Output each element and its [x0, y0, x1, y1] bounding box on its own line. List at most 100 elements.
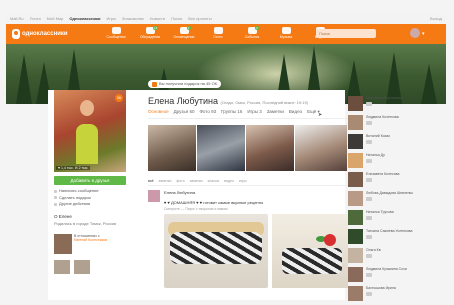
nav-music[interactable]: Музыка — [272, 26, 300, 42]
friend-item[interactable]: Бахтышова Ирина — [348, 286, 420, 303]
topbar-link[interactable]: Все проекты — [188, 16, 211, 21]
friend-avatar[interactable] — [348, 191, 363, 206]
post-subtext[interactable]: Смотрите — Пирог с творогом и маком — [164, 207, 228, 211]
post-author-avatar[interactable] — [148, 190, 160, 202]
message-icon[interactable] — [366, 178, 372, 182]
profile-tab[interactable]: Игры 3 — [247, 109, 261, 115]
friend-name[interactable]: Людмила Кузьмина Сочи — [366, 267, 407, 271]
topbar-link[interactable]: Новости — [150, 16, 165, 21]
profile-tab[interactable]: Основное — [148, 109, 169, 115]
friend-item[interactable]: Виталий Козак — [348, 134, 420, 151]
friend-name[interactable]: Любовь Давыдова Шевченко — [366, 191, 413, 195]
feed-tab[interactable]: видео — [224, 179, 234, 183]
post-author[interactable]: Елена Любутина — [164, 190, 195, 195]
feed-tab[interactable]: заметки — [159, 179, 172, 183]
topbar-link[interactable]: Mail.Ru — [10, 16, 24, 21]
feed-tab[interactable]: игры — [239, 179, 247, 183]
feed-tab[interactable]: классы — [208, 179, 220, 183]
friend-name[interactable]: Маргарита Ворожеина — [366, 96, 403, 100]
friend-item[interactable]: Людмила Кочеткова — [348, 115, 420, 132]
friend-avatar[interactable] — [348, 210, 363, 225]
search-input[interactable]: Поиск — [316, 29, 376, 38]
photo-thumb[interactable] — [197, 125, 245, 171]
message-icon[interactable] — [366, 254, 372, 258]
chevron-down-icon[interactable]: ▾ — [422, 31, 425, 37]
friend-item[interactable]: Маргарита Ворожеина — [348, 96, 420, 113]
friend-avatar[interactable] — [348, 115, 363, 130]
post-image-cake[interactable] — [164, 214, 268, 288]
message-icon[interactable] — [366, 102, 372, 106]
message-icon[interactable] — [366, 159, 372, 163]
ok-logo[interactable]: одноклассники — [12, 29, 68, 39]
topbar-link[interactable]: Одноклассники — [69, 16, 100, 21]
photo-thumb[interactable] — [148, 125, 196, 171]
topbar-link[interactable]: Знакомства — [122, 16, 144, 21]
topbar-link[interactable]: Игры — [106, 16, 115, 21]
profile-tab[interactable]: Видео — [289, 109, 302, 115]
friend-avatar[interactable] — [348, 229, 363, 244]
friend-item[interactable]: Елизавета Колесова — [348, 172, 420, 189]
topbar-link[interactable]: Мой Мир — [47, 16, 64, 21]
user-avatar[interactable] — [410, 28, 420, 38]
friend-avatar[interactable] — [348, 134, 363, 149]
profile-photo[interactable]: 56 ♥ 1,4 тыс. ✉ 2 тыс. — [54, 90, 126, 172]
partner-photo[interactable] — [54, 233, 72, 254]
friend-name[interactable]: Виталий Козак — [366, 134, 390, 138]
friend-item[interactable]: Наталья Трусова — [348, 210, 420, 227]
profile-tab[interactable]: Друзья 60 — [174, 109, 195, 115]
topbar-link[interactable]: Почта — [30, 16, 41, 21]
friend-name[interactable]: Наталья Трусова — [366, 210, 394, 214]
message-icon[interactable] — [366, 216, 372, 220]
photo-thumb[interactable] — [295, 125, 347, 171]
other-actions[interactable]: Другие действия — [54, 201, 130, 208]
gift-pill[interactable]: Вы получили подарок на 45 ОК — [148, 80, 222, 88]
feed-tab[interactable]: заметки — [190, 179, 203, 183]
profile-tab[interactable]: Группы 16 — [221, 109, 242, 115]
profile-tab[interactable]: Заметки — [267, 109, 284, 115]
friend-avatar[interactable] — [348, 248, 363, 263]
friend-name[interactable]: Людмила Кочеткова — [366, 115, 399, 119]
profile-tab[interactable]: Фото 93 — [199, 109, 216, 115]
gift-label: Вы получили подарок на 45 ОК — [159, 81, 218, 86]
friend-name[interactable]: Бахтышова Ирина — [366, 286, 396, 290]
thumbnail[interactable] — [74, 259, 90, 274]
photo-thumb[interactable] — [246, 125, 294, 171]
exit-link[interactable]: Выход — [430, 16, 442, 21]
friend-avatar[interactable] — [348, 153, 363, 168]
post-image-cake-second[interactable] — [272, 214, 348, 288]
partner-name[interactable]: Евгений Колесников — [74, 238, 107, 242]
guests-icon — [213, 27, 223, 34]
nav-envelope[interactable]: Сообщения — [102, 26, 130, 42]
friend-name[interactable]: Татьяна Сажнева Усленкова — [366, 229, 412, 233]
thumbnail[interactable] — [54, 259, 70, 274]
friend-item[interactable]: Людмила Кузьмина Сочи — [348, 267, 420, 284]
message-icon[interactable] — [366, 140, 372, 144]
friend-name[interactable]: Елизавета Колесова — [366, 172, 399, 176]
topbar-link[interactable]: Поиск — [171, 16, 182, 21]
nav-discussions[interactable]: Обсуждения 14 — [136, 26, 164, 42]
feed-tab[interactable]: фото — [176, 179, 184, 183]
message-icon[interactable] — [366, 121, 372, 125]
message-icon[interactable] — [366, 273, 372, 277]
relationship-box[interactable]: В отношениях с Евгений Колесников — [54, 233, 130, 254]
friend-avatar[interactable] — [348, 267, 363, 282]
friend-avatar[interactable] — [348, 286, 363, 301]
friend-item[interactable]: Наталья Ду — [348, 153, 420, 170]
feed-tab[interactable]: всё — [148, 179, 154, 183]
friend-avatar[interactable] — [348, 172, 363, 187]
friend-name[interactable]: Ольга Кв — [366, 248, 381, 252]
friend-item[interactable]: Татьяна Сажнева Усленкова — [348, 229, 420, 246]
friend-name[interactable]: Наталья Ду — [366, 153, 385, 157]
message-icon[interactable] — [366, 197, 372, 201]
gift-icon — [152, 81, 157, 87]
message-icon[interactable] — [366, 292, 372, 296]
nav-events[interactable]: События 3 — [238, 26, 266, 42]
nav-bell[interactable]: Оповещения 1 — [170, 26, 198, 42]
nav-guests[interactable]: Гости — [204, 26, 232, 42]
friend-item[interactable]: Любовь Давыдова Шевченко — [348, 191, 420, 208]
message-icon[interactable] — [366, 235, 372, 239]
friend-avatar[interactable] — [348, 96, 363, 111]
add-friend-button[interactable]: Добавить в друзья — [54, 176, 126, 185]
friends-list: Маргарита Ворожеина Людмила Кочеткова Вита… — [348, 96, 420, 305]
friend-item[interactable]: Ольга Кв — [348, 248, 420, 265]
